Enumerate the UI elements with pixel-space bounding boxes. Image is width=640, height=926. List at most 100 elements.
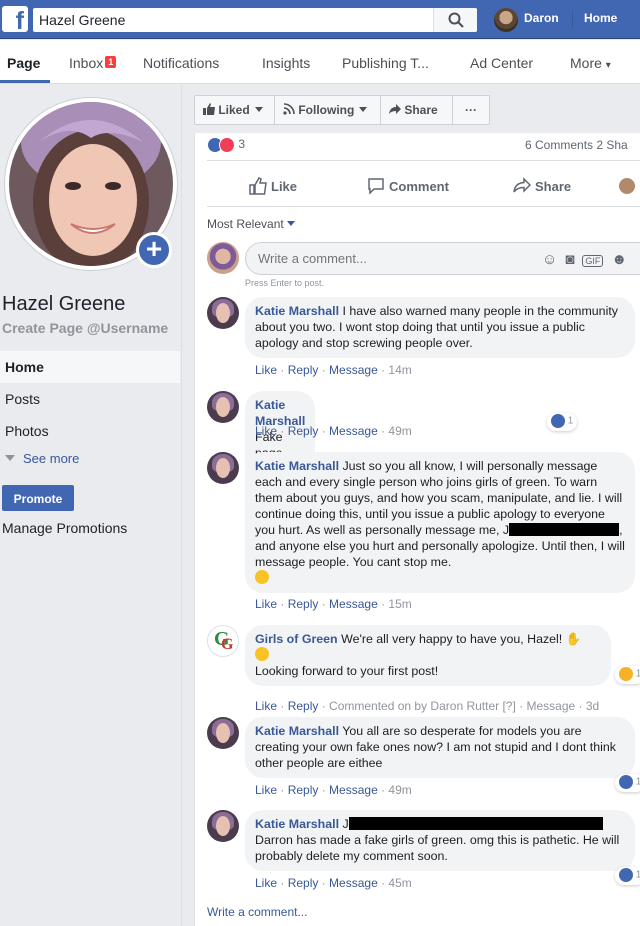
enter-to-post-hint: Press Enter to post.: [245, 278, 325, 288]
share-post-button[interactable]: Share: [513, 177, 571, 195]
comment-reply-link[interactable]: Reply: [288, 699, 319, 713]
comment-sort-label: Most Relevant: [207, 217, 284, 231]
separator: ·: [277, 699, 288, 713]
comment-author[interactable]: Katie Marshall: [255, 304, 339, 318]
comment-reply-link[interactable]: Reply: [288, 876, 319, 890]
see-more-label: See more: [23, 451, 80, 466]
comment-like-link[interactable]: Like: [255, 876, 277, 890]
create-username-link[interactable]: Create Page @Username: [2, 320, 168, 336]
add-photo-button[interactable]: +: [136, 232, 172, 268]
comment-actions: Like · Reply · Message · 49m: [255, 424, 412, 438]
sidebar-nav: Home Posts Photos See more: [0, 351, 180, 473]
separator: ·: [277, 363, 288, 377]
comment-message-link[interactable]: Message: [526, 699, 575, 713]
search-button[interactable]: [433, 8, 477, 32]
comment-time[interactable]: 3d: [586, 699, 599, 713]
sticker-icon[interactable]: ☻: [611, 251, 635, 268]
tab-ad-center[interactable]: Ad Center: [470, 55, 533, 71]
manage-promotions-link[interactable]: Manage Promotions: [2, 520, 127, 536]
like-reaction-icon: [619, 775, 633, 789]
comment-input[interactable]: [258, 251, 518, 266]
comment-actions: Like · Reply · Message · 49m: [255, 783, 412, 797]
comment-like-link[interactable]: Like: [255, 699, 277, 713]
tab-more[interactable]: More ▾: [570, 55, 611, 71]
comment-reaction-count[interactable]: 1: [615, 867, 640, 885]
avatar[interactable]: [207, 452, 239, 484]
comment-reaction-count[interactable]: 1: [547, 413, 578, 431]
comment-author[interactable]: Katie Marshall: [255, 724, 339, 738]
comment-time[interactable]: 45m: [388, 876, 411, 890]
comment-reaction-count[interactable]: 1: [615, 666, 640, 684]
tab-insights[interactable]: Insights: [262, 55, 310, 71]
tab-notifications[interactable]: Notifications: [143, 55, 219, 71]
comment-like-link[interactable]: Like: [255, 597, 277, 611]
comment-author[interactable]: Katie Marshall: [255, 459, 339, 473]
like-reaction-icon: [551, 414, 565, 428]
comment-author[interactable]: Katie Marshall: [255, 817, 339, 831]
sidebar-item-photos[interactable]: Photos: [0, 415, 180, 447]
user-avatar[interactable]: [494, 8, 518, 32]
comment-time[interactable]: 15m: [388, 597, 411, 611]
thumbs-up-icon: [203, 103, 215, 115]
avatar[interactable]: [207, 810, 239, 842]
more-options-button[interactable]: ···: [453, 96, 489, 124]
tab-publishing-tools[interactable]: Publishing T...: [342, 55, 429, 71]
comment-like-link[interactable]: Like: [255, 424, 277, 438]
gif-icon[interactable]: GIF: [582, 255, 604, 267]
liked-button[interactable]: Liked: [195, 96, 275, 124]
user-name-link[interactable]: Daron: [524, 11, 559, 25]
comment-time[interactable]: 49m: [388, 424, 411, 438]
comment-message-link[interactable]: Message: [329, 597, 378, 611]
like-label: Like: [271, 179, 298, 194]
comment-author[interactable]: Girls of Green: [255, 632, 338, 646]
camera-icon[interactable]: ◙: [565, 251, 582, 268]
comments-shares-count[interactable]: 6 Comments 2 Sha: [525, 138, 628, 152]
search-input[interactable]: [39, 10, 429, 30]
comment-time[interactable]: 14m: [388, 363, 411, 377]
sidebar-item-home[interactable]: Home: [0, 351, 180, 383]
promote-button[interactable]: Promote: [2, 485, 74, 511]
comment-like-link[interactable]: Like: [255, 363, 277, 377]
comment-reply-link[interactable]: Reply: [288, 363, 319, 377]
comment-bubble: Girls of Green We're all very happy to h…: [245, 625, 611, 686]
comment-reply-link[interactable]: Reply: [288, 424, 319, 438]
post-card: 3 6 Comments 2 Sha Like Comment Share Mo…: [194, 133, 640, 926]
avatar[interactable]: [207, 391, 239, 423]
home-link[interactable]: Home: [584, 11, 617, 25]
girls-of-green-logo[interactable]: GG: [207, 625, 239, 657]
write-comment-link[interactable]: Write a comment...: [207, 905, 307, 919]
separator: ·: [377, 597, 389, 611]
avatar[interactable]: [207, 297, 239, 329]
comment-message-link[interactable]: Message: [329, 783, 378, 797]
separator: ·: [277, 783, 288, 797]
separator: ·: [277, 876, 288, 890]
reactions-summary[interactable]: 3: [207, 137, 245, 155]
comment-time[interactable]: 49m: [388, 783, 411, 797]
like-post-button[interactable]: Like: [249, 177, 297, 195]
divider: [207, 160, 640, 161]
avatar: [207, 242, 239, 274]
tab-inbox[interactable]: Inbox 1: [69, 55, 117, 71]
tab-page[interactable]: Page: [7, 55, 40, 71]
comment-reaction-count[interactable]: 1: [615, 774, 640, 792]
smile-emoji-icon: [255, 570, 269, 584]
emoji-icon[interactable]: ☺: [542, 251, 565, 268]
facebook-logo-icon[interactable]: f: [2, 6, 28, 32]
comment-like-link[interactable]: Like: [255, 783, 277, 797]
tab-inbox-label: Inbox: [69, 55, 104, 71]
separator: ·: [377, 424, 389, 438]
following-button[interactable]: Following: [275, 96, 381, 124]
sad-reaction-icon: [619, 667, 633, 681]
share-as-avatar[interactable]: [619, 178, 635, 194]
comment-reply-link[interactable]: Reply: [288, 783, 319, 797]
sidebar-item-posts[interactable]: Posts: [0, 383, 180, 415]
avatar[interactable]: [207, 717, 239, 749]
comment-message-link[interactable]: Message: [329, 424, 378, 438]
comment-message-link[interactable]: Message: [329, 876, 378, 890]
comment-sort-dropdown[interactable]: Most Relevant: [207, 217, 295, 231]
share-page-button[interactable]: Share: [381, 96, 453, 124]
comment-post-button[interactable]: Comment: [367, 177, 449, 195]
see-more-link[interactable]: See more: [0, 447, 180, 473]
comment-message-link[interactable]: Message: [329, 363, 378, 377]
comment-reply-link[interactable]: Reply: [288, 597, 319, 611]
